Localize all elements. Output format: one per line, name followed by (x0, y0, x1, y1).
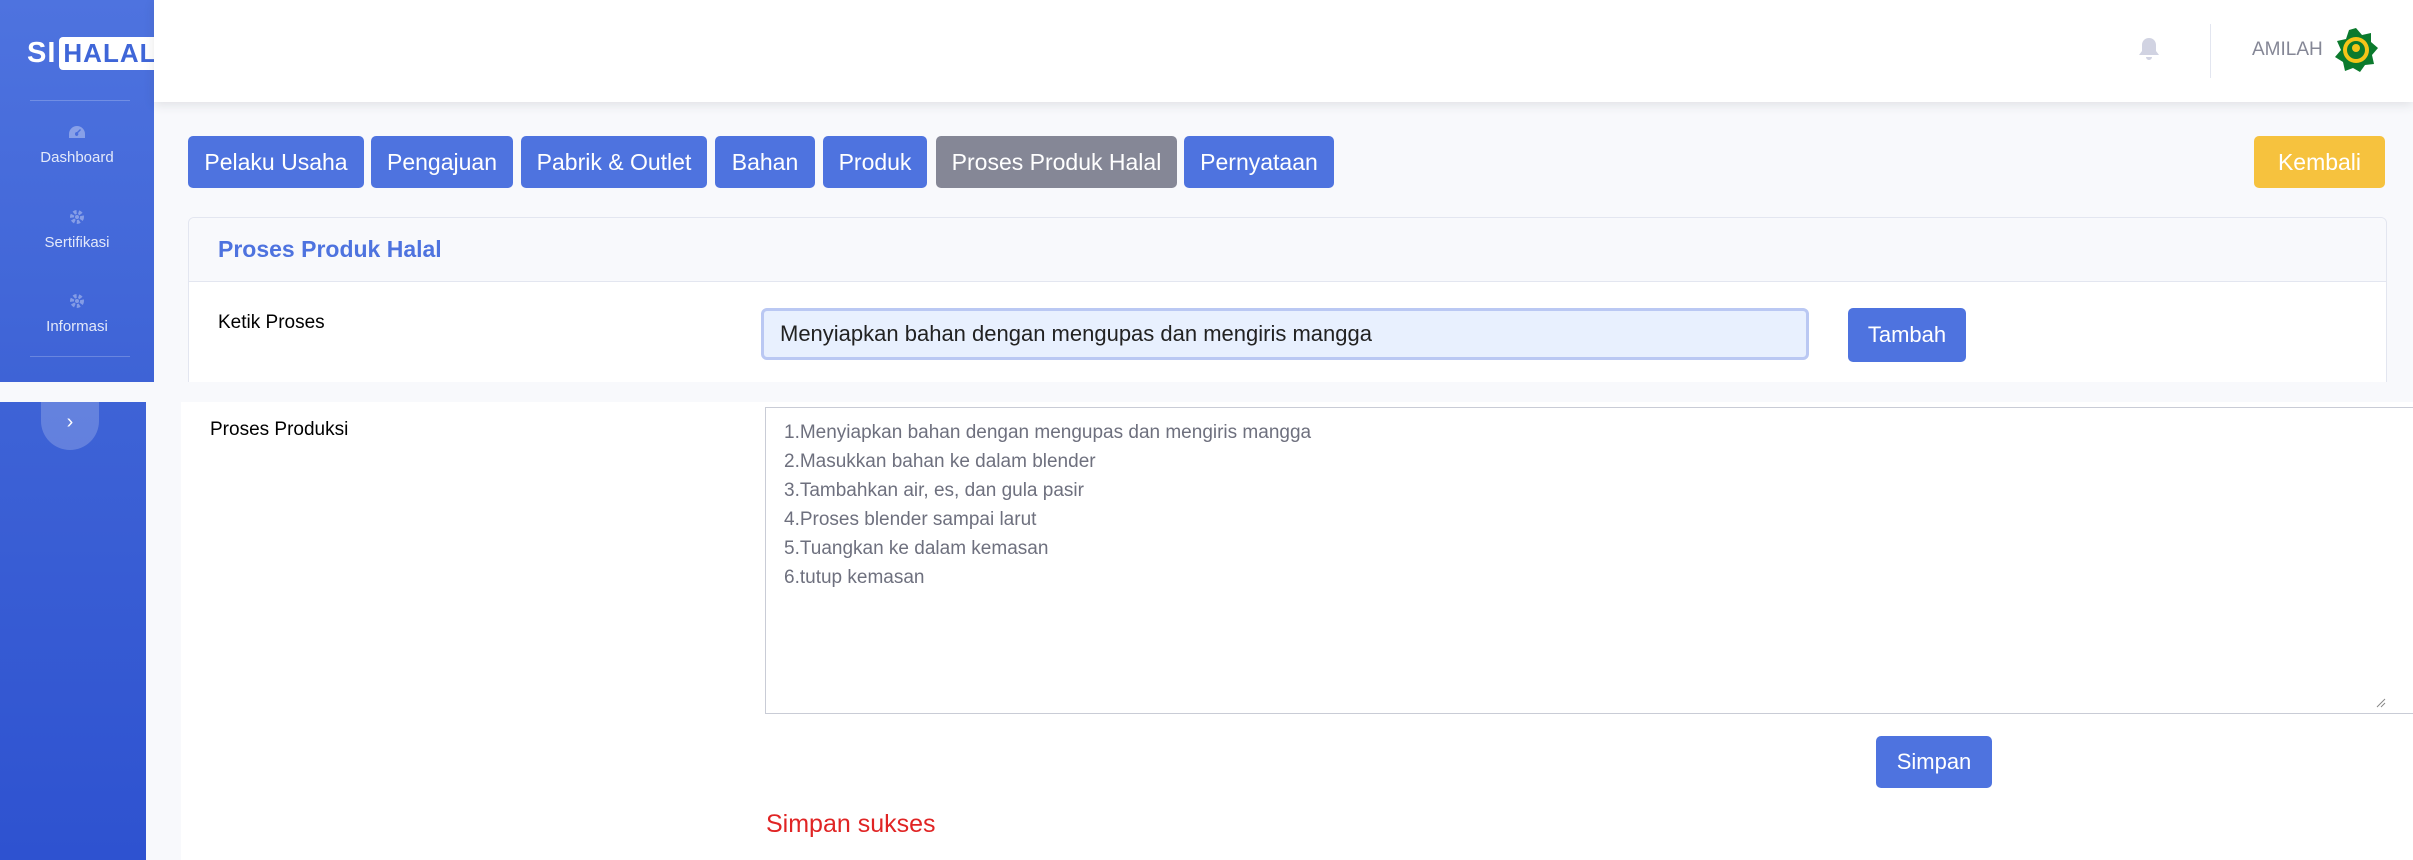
sidebar-item-label: Sertifikasi (44, 234, 110, 251)
sidebar-item-dashboard[interactable]: Dashboard (0, 123, 154, 166)
sidebar-item-label: Informasi (46, 318, 108, 335)
simpan-button[interactable]: Simpan (1876, 736, 1992, 788)
sidebar: SI HALAL Dashboard Sertifikasi Informasi (0, 0, 161, 382)
chevron-right-icon: › (66, 411, 74, 433)
ketik-proses-label: Ketik Proses (218, 312, 325, 333)
ketik-proses-input[interactable] (761, 308, 1809, 360)
tab-proses-produk-halal[interactable]: Proses Produk Halal (936, 136, 1177, 188)
tambah-button[interactable]: Tambah (1848, 308, 1966, 362)
bottom-panel: › Proses Produksi 1.Menyiapkan bahan den… (0, 402, 2413, 860)
step-line: 3.Tambahkan air, es, dan gula pasir (784, 480, 1084, 501)
resize-grip-icon[interactable] (2376, 698, 2386, 708)
avatar[interactable] (2333, 27, 2379, 73)
tab-bahan[interactable]: Bahan (715, 136, 815, 188)
tachometer-icon (0, 123, 154, 143)
topbar-divider (2210, 24, 2211, 78)
step-line: 2.Masukkan bahan ke dalam blender (784, 451, 1096, 472)
tab-pernyataan[interactable]: Pernyataan (1184, 136, 1334, 188)
tab-pengajuan[interactable]: Pengajuan (371, 136, 513, 188)
step-line: 1.Menyiapkan bahan dengan mengupas dan m… (784, 422, 1312, 443)
brand-logo[interactable]: SI HALAL (27, 36, 161, 70)
proses-produksi-textarea[interactable]: 1.Menyiapkan bahan dengan mengupas dan m… (765, 407, 2413, 714)
tab-pelaku-usaha[interactable]: Pelaku Usaha (188, 136, 364, 188)
sidebar-item-label: Dashboard (40, 149, 114, 166)
proses-produksi-label: Proses Produksi (210, 419, 349, 440)
card-header: Proses Produk Halal (189, 218, 2386, 282)
card-title: Proses Produk Halal (218, 236, 442, 262)
sidebar-toggle-button[interactable]: › (41, 402, 99, 450)
step-line: 6.tutup kemasan (784, 567, 925, 588)
kemenag-logo-icon (2335, 28, 2378, 72)
step-line: 4.Proses blender sampai larut (784, 509, 1037, 530)
topbar (154, 0, 2413, 102)
sidebar-lower: › (0, 402, 146, 860)
tab-produk[interactable]: Produk (823, 136, 927, 188)
top-panel: SI HALAL Dashboard Sertifikasi Informasi (0, 0, 2413, 382)
cog-icon (0, 208, 154, 228)
content-gutter (146, 402, 181, 860)
tab-pabrik-outlet[interactable]: Pabrik & Outlet (521, 136, 707, 188)
step-line: 5.Tuangkan ke dalam kemasan (784, 538, 1049, 559)
user-name[interactable]: AMILAH (2252, 39, 2323, 61)
sidebar-divider (30, 100, 130, 101)
proses-card: Proses Produk Halal Ketik Proses Tambah (188, 217, 2387, 382)
sidebar-item-informasi[interactable]: Informasi (0, 292, 154, 335)
status-message: Simpan sukses (766, 810, 936, 838)
brand-halal: HALAL (59, 36, 161, 70)
sidebar-divider (30, 356, 130, 357)
brand-si: SI (27, 36, 57, 69)
sidebar-item-sertifikasi[interactable]: Sertifikasi (0, 208, 154, 251)
cog-icon (0, 292, 154, 312)
bell-icon[interactable] (2138, 36, 2160, 67)
back-button[interactable]: Kembali (2254, 136, 2385, 188)
